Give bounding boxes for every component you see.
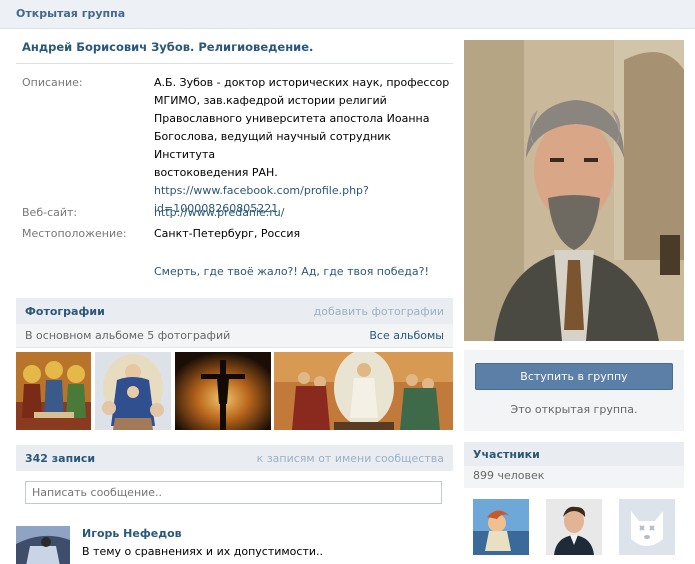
location-label: Местоположение: — [22, 227, 127, 240]
top-bar: Открытая группа — [0, 0, 695, 29]
description-line: востоковедения РАН. — [154, 166, 278, 179]
group-avatar[interactable] — [464, 40, 684, 341]
write-message-input[interactable] — [26, 482, 441, 503]
write-message-box[interactable] — [25, 481, 442, 504]
join-box: Вступить в группу Это открытая группа. — [464, 350, 684, 431]
photo-thumb-resurrection[interactable] — [274, 352, 453, 430]
members-title[interactable]: Участники — [473, 448, 540, 461]
description-line: МГИМО, зав.кафедрой истории религий — [154, 94, 387, 107]
photos-subbar: В основном альбоме 5 фотографий Все альб… — [16, 324, 453, 348]
facebook-link-line[interactable]: https://www.facebook.com/profile.php? — [154, 182, 454, 200]
post-author-name[interactable]: Игорь Нефедов — [82, 527, 182, 540]
album-info: В основном альбоме 5 фотографий — [25, 329, 231, 342]
join-group-button[interactable]: Вступить в группу — [475, 363, 673, 390]
members-header[interactable]: Участники — [464, 442, 684, 466]
members-count-bar: 899 человек — [464, 466, 684, 488]
photo-thumb-madonna[interactable] — [95, 352, 171, 430]
description-label: Описание: — [22, 76, 83, 89]
description-line: А.Б. Зубов - доктор исторических наук, п… — [154, 76, 450, 89]
avatar — [546, 499, 602, 555]
community-posts-link[interactable]: к записям от имени сообщества — [257, 452, 444, 465]
madonna-painting-image — [95, 352, 171, 430]
photos-title[interactable]: Фотографии — [25, 305, 105, 318]
all-albums-link[interactable]: Все альбомы — [369, 329, 444, 342]
avatar — [16, 526, 70, 564]
portrait-photo — [464, 40, 684, 341]
photo-thumb-trinity[interactable] — [16, 352, 91, 430]
description-line: Православного университета апостола Иоан… — [154, 112, 430, 125]
resurrection-icon-image — [274, 352, 453, 430]
trinity-icon-image — [16, 352, 91, 430]
member-avatar[interactable] — [619, 499, 675, 555]
add-photos-link[interactable]: добавить фотографии — [314, 305, 444, 318]
wall-header: 342 записи к записям от имени сообщества — [16, 445, 453, 471]
photo-thumb-crucifix[interactable] — [175, 352, 271, 430]
side-column: Вступить в группу Это открытая группа. У… — [464, 29, 684, 564]
post-author-avatar[interactable] — [16, 526, 70, 564]
wall-count[interactable]: 342 записи — [25, 452, 95, 465]
group-status: Смерть, где твоё жало?! Ад, где твоя поб… — [154, 265, 429, 278]
deleted-user-avatar-icon — [619, 499, 675, 555]
member-avatar[interactable] — [546, 499, 602, 555]
join-note: Это открытая группа. — [510, 403, 638, 416]
crucifix-sunset-image — [175, 352, 271, 430]
description-value: А.Б. Зубов - доктор исторических наук, п… — [154, 74, 454, 218]
member-avatar[interactable] — [473, 499, 529, 555]
website-label: Веб-сайт: — [22, 206, 78, 219]
avatar — [473, 499, 529, 555]
description-line: Богослова, ведущий научный сотрудник Инс… — [154, 130, 392, 161]
post-text: В тему о сравнениях и их допустимости.. — [82, 545, 323, 558]
main-column: Андрей Борисович Зубов. Религиоведение. … — [16, 29, 453, 564]
members-count: 899 человек — [473, 469, 545, 482]
location-value: Санкт-Петербург, Россия — [154, 227, 301, 240]
divider — [16, 63, 453, 64]
group-title: Андрей Борисович Зубов. Религиоведение. — [22, 40, 314, 54]
photos-header: Фотографии добавить фотографии — [16, 298, 453, 324]
page-header-title: Открытая группа — [16, 7, 126, 20]
website-link[interactable]: http://www.predanie.ru/ — [154, 204, 454, 222]
